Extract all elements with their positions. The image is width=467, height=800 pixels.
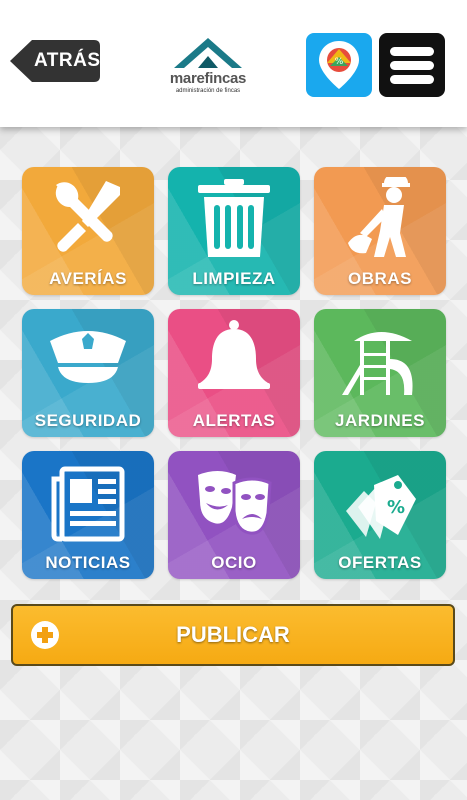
newspaper-icon [51, 466, 125, 542]
publish-label: PUBLICAR [176, 622, 290, 647]
house-roof-icon [174, 38, 242, 68]
theater-masks-icon [198, 471, 272, 535]
svg-text:%: % [387, 497, 405, 518]
tools-icon [55, 181, 120, 252]
marefincas-logo: marefincas administración de fincas [168, 36, 248, 98]
price-tags-icon: % [346, 475, 416, 539]
tile-label: LIMPIEZA [192, 269, 276, 288]
tile-averias[interactable]: AVERÍAS [22, 167, 154, 295]
tile-label: OBRAS [348, 269, 412, 288]
tile-label: NOTICIAS [45, 553, 131, 572]
menu-bar-icon [390, 47, 434, 56]
trash-bin-icon [198, 179, 270, 257]
playground-icon [342, 332, 413, 395]
menu-bar-icon [390, 75, 434, 84]
tile-label: AVERÍAS [49, 269, 127, 288]
tile-jardines[interactable]: JARDINES [314, 309, 446, 437]
tile-seguridad[interactable]: SEGURIDAD [22, 309, 154, 437]
logo-subtitle: administración de fincas [175, 88, 241, 94]
logo-name: marefincas [169, 70, 247, 87]
back-button[interactable]: ATRÁS [10, 40, 100, 82]
tile-label: OCIO [211, 553, 257, 572]
bell-icon [198, 320, 270, 389]
back-label: ATRÁS [34, 50, 101, 71]
hamburger-menu-button[interactable] [379, 33, 445, 97]
tile-label: JARDINES [335, 411, 425, 430]
tile-ofertas[interactable]: % OFERTAS [314, 451, 446, 579]
discount-pin-icon: % [319, 41, 359, 89]
tile-label: SEGURIDAD [34, 411, 142, 430]
offers-map-button[interactable]: % [306, 33, 372, 97]
tile-limpieza[interactable]: LIMPIEZA [168, 167, 300, 295]
app-header: ATRÁS marefincas administración de finca… [0, 0, 467, 127]
menu-bar-icon [390, 61, 434, 70]
publish-button[interactable]: PUBLICAR [11, 604, 455, 666]
svg-text:%: % [335, 57, 344, 67]
tile-noticias[interactable]: NOTICIAS [22, 451, 154, 579]
construction-worker-icon [348, 177, 410, 257]
police-cap-icon [50, 331, 126, 383]
tile-label: ALERTAS [192, 411, 276, 430]
tile-label: OFERTAS [338, 553, 422, 572]
tile-obras[interactable]: OBRAS [314, 167, 446, 295]
tile-ocio[interactable]: OCIO [168, 451, 300, 579]
tile-alertas[interactable]: ALERTAS [168, 309, 300, 437]
